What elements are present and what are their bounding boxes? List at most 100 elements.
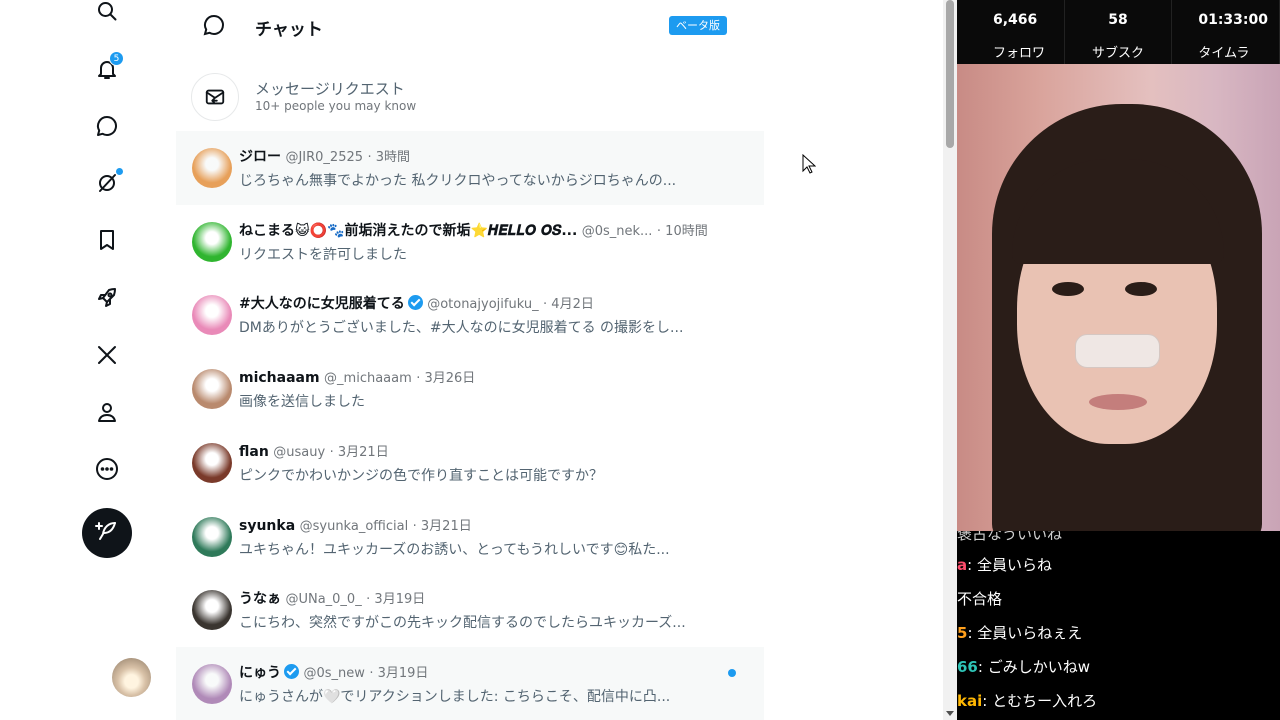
conversation-row[interactable]: ねこまる😺⭕🐾前垢消えたので新垢⭐𝑯𝑬𝑳𝑳𝑶 𝑶𝑺... @0s_nek... … bbox=[176, 205, 764, 279]
conversation-snippet: こにちわ、突然ですがこの先キック配信するのでしたらユキッカーズ... bbox=[239, 615, 686, 632]
conversation-avatar[interactable] bbox=[192, 221, 232, 262]
bookmark-icon bbox=[95, 228, 119, 256]
conversation-row[interactable]: ジロー @JIR0_2525 · 3時間 じろちゃん無事でよかった 私クリクロやっ… bbox=[176, 131, 764, 205]
conversation-time: · 3月19日 bbox=[369, 665, 429, 681]
stat-value: 6,466 bbox=[993, 12, 1038, 28]
conversation-row[interactable]: うなぁ @UNa_0_0_ · 3月19日 こにちわ、突然ですがこの先キック配信す… bbox=[176, 573, 764, 647]
chat-username: kai bbox=[957, 692, 983, 710]
chat-text: 不合格 bbox=[957, 590, 1003, 608]
more-icon bbox=[95, 457, 119, 485]
conversation-name: #大人なのに女児服着てる bbox=[239, 296, 405, 313]
nav-profile-button[interactable] bbox=[82, 389, 132, 439]
webcam-lips bbox=[1089, 394, 1147, 410]
conversation-handle: @syunka_official bbox=[299, 518, 409, 534]
conversation-avatar[interactable] bbox=[192, 148, 232, 188]
conversation-name: syunka bbox=[239, 517, 296, 534]
page-scrollbar[interactable] bbox=[943, 0, 957, 720]
conversation-header: うなぁ @UNa_0_0_ · 3月19日 bbox=[239, 588, 739, 608]
stat-followers: 6,466 フォロワ bbox=[957, 0, 1065, 64]
conversation-snippet: にゅうさんが🤍でリアクションしました: こちらこそ、配信中に凸... bbox=[239, 688, 671, 705]
chat-message: 66: ごみしかいねw bbox=[957, 656, 1090, 677]
scroll-down-arrow-icon[interactable] bbox=[946, 711, 954, 716]
conversation-avatar[interactable] bbox=[192, 663, 232, 704]
conversation-row[interactable]: flan @usauy · 3月21日 ピンクでかわいかンジの色で作り直すことは可… bbox=[176, 426, 764, 500]
stream-stats-bar: 6,466 フォロワ 58 サブスク 01:33:00 タイムラ bbox=[957, 0, 1280, 64]
conversation-header: michaaam @_michaaam · 3月26日 bbox=[239, 367, 739, 386]
nav-bookmarks-button[interactable] bbox=[82, 217, 132, 267]
nav-search-button[interactable] bbox=[82, 0, 132, 38]
conversation-header: ねこまる😺⭕🐾前垢消えたので新垢⭐𝑯𝑬𝑳𝑳𝑶 𝑶𝑺... @0s_nek... … bbox=[239, 220, 739, 240]
chat-message: a: 全員いらね bbox=[957, 554, 1052, 575]
webcam-bandage bbox=[1075, 334, 1160, 368]
conversation-row[interactable]: syunka @syunka_official · 3月21日 ユキちゃん！ユキッ… bbox=[176, 500, 764, 574]
conversation-header: flan @usauy · 3月21日 bbox=[239, 441, 739, 460]
chat-icon bbox=[95, 114, 119, 142]
stream-overlay: 6,466 フォロワ 58 サブスク 01:33:00 タイムラ 褒古なういいね… bbox=[957, 0, 1280, 720]
conversation-avatar[interactable] bbox=[192, 442, 232, 483]
chat-message: 不合格 bbox=[957, 588, 1002, 609]
conversation-time: · 4月2日 bbox=[543, 297, 594, 313]
webcam-eye bbox=[1125, 282, 1157, 296]
verified-badge-icon bbox=[284, 663, 299, 679]
webcam-eye bbox=[1052, 282, 1084, 296]
conversation-avatar[interactable] bbox=[192, 590, 232, 631]
conversation-handle: @otonajyojifuku_ bbox=[427, 297, 539, 313]
nav-x-premium-button[interactable] bbox=[82, 332, 132, 382]
conversation-header: syunka @syunka_official · 3月21日 bbox=[239, 515, 739, 534]
conversation-avatar[interactable] bbox=[192, 516, 232, 557]
chat-text: : 全員いらねぇえ bbox=[967, 624, 1083, 642]
conversation-snippet: DMありがとうございました、#大人なのに女児服着てる の撮影をし... bbox=[239, 320, 684, 337]
stat-label: フォロワ bbox=[993, 46, 1046, 61]
conversation-handle: @0s_nek... bbox=[581, 223, 653, 239]
chat-message: kai: とむちー入れろ bbox=[957, 690, 1097, 711]
conversation-row[interactable]: にゅう @0s_new · 3月19日 にゅうさんが🤍でリアクションしました: こ… bbox=[176, 646, 764, 720]
conversation-avatar[interactable] bbox=[192, 369, 232, 410]
nav-notifications-button[interactable]: 5 bbox=[82, 46, 132, 96]
conversation-header: にゅう @0s_new · 3月19日 bbox=[239, 662, 739, 682]
scrollbar-thumb[interactable] bbox=[946, 0, 954, 148]
conversation-snippet: じろちゃん無事でよかった 私クリクロやってないからジロちゃんの... bbox=[239, 173, 677, 189]
conversation-avatar[interactable] bbox=[192, 295, 232, 336]
compose-post-button[interactable] bbox=[82, 508, 132, 558]
conversation-time: · 3時間 bbox=[367, 150, 411, 165]
chat-text: : 全員いらね bbox=[967, 556, 1052, 574]
conversation-name: ジロー bbox=[239, 149, 281, 165]
feather-plus-icon bbox=[95, 519, 119, 547]
unread-indicator bbox=[728, 668, 736, 677]
nav-rocket-button[interactable] bbox=[82, 275, 132, 325]
conversation-time: · 3月19日 bbox=[366, 592, 426, 608]
message-requests-title: メッセージリクエスト bbox=[255, 80, 405, 98]
page-title: チャット bbox=[255, 20, 323, 40]
grok-new-dot bbox=[116, 168, 123, 175]
nav-chat-button[interactable] bbox=[82, 103, 132, 153]
nav-more-button[interactable] bbox=[82, 446, 132, 496]
stat-value: 01:33:00 bbox=[1198, 12, 1268, 28]
screen: 5 チャット ベータ版 メッセージリクエスト 10+ people you ma… bbox=[0, 0, 1280, 720]
verified-badge-icon bbox=[407, 295, 423, 311]
webcam-feed bbox=[957, 64, 1280, 531]
nav-grok-button[interactable] bbox=[82, 160, 132, 210]
mail-request-icon bbox=[191, 73, 239, 121]
message-requests-subtitle: 10+ people you may know bbox=[255, 99, 417, 113]
conversation-snippet: リクエストを許可しました bbox=[239, 246, 407, 263]
chat-line-partial: 褒古なういいね bbox=[957, 531, 1063, 543]
conversation-snippet: ユキちゃん！ユキッカーズのお誘い、とってもうれしいです😊私た... bbox=[239, 541, 670, 558]
stat-label: サブスク bbox=[1092, 46, 1145, 61]
conversation-name: flan bbox=[239, 443, 269, 460]
conversation-handle: @0s_new bbox=[303, 665, 365, 681]
chat-text: : とむちー入れろ bbox=[982, 692, 1098, 710]
chat-username: 5 bbox=[957, 624, 968, 642]
chat-text: : ごみしかいねw bbox=[977, 658, 1090, 676]
account-avatar[interactable] bbox=[112, 658, 151, 697]
grok-icon bbox=[95, 171, 119, 199]
notification-count-badge: 5 bbox=[109, 51, 124, 66]
stream-chat-log: 褒古なういいね a: 全員いらね 不合格 5: 全員いらねぇえ 66: ごみしかいねw… bbox=[957, 531, 1280, 720]
chat-message: 5: 全員いらねぇえ bbox=[957, 622, 1082, 643]
conversation-handle: @usauy bbox=[273, 444, 326, 460]
conversation-row[interactable]: #大人なのに女児服着てる @otonajyojifuku_ · 4月2日 DMあり… bbox=[176, 278, 764, 352]
stat-value: 58 bbox=[1108, 12, 1128, 28]
conversation-row[interactable]: michaaam @_michaaam · 3月26日 画像を送信しました bbox=[176, 352, 764, 426]
conversation-time: · 3月26日 bbox=[416, 371, 476, 387]
message-requests-row[interactable]: メッセージリクエスト 10+ people you may know bbox=[176, 62, 764, 130]
stat-timer: 01:33:00 タイムラ bbox=[1172, 0, 1280, 64]
